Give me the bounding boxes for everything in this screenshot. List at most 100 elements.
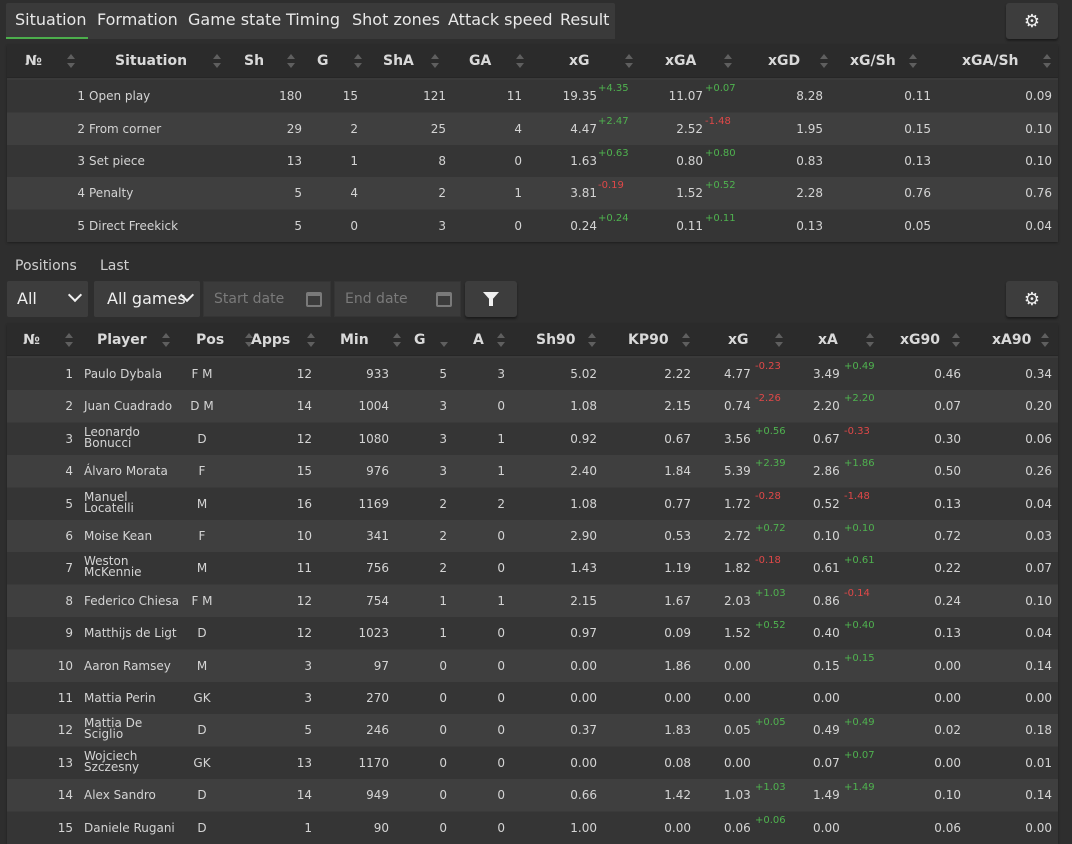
table-row: 5 Direct Freekick 5 0 3 0 0.24 0.11 0.13 0.05 0.04… <box>7 210 1058 242</box>
xga-value: 1.52 <box>676 186 703 200</box>
sort-icon[interactable] <box>820 54 828 68</box>
header-col-goals-against[interactable]: GA <box>469 53 491 69</box>
end-date-input[interactable]: End date <box>334 281 461 317</box>
sort-icon[interactable] <box>909 54 917 68</box>
sort-icon[interactable] <box>393 333 401 347</box>
header-col-situation[interactable]: Situation <box>115 53 187 69</box>
tab-game-state[interactable]: Game state <box>188 3 281 39</box>
start-date-input[interactable]: Start date <box>203 281 331 317</box>
assists-value: 0 <box>497 658 505 673</box>
header-col-xg[interactable]: xG <box>728 332 749 348</box>
player-name[interactable]: Mattia Perin <box>84 691 156 705</box>
tab-timing[interactable]: Timing <box>286 3 340 39</box>
tab-situation[interactable]: Situation <box>6 3 88 39</box>
tab-attack-speed[interactable]: Attack speed <box>448 3 553 39</box>
sort-icon[interactable] <box>588 333 596 347</box>
assists-value: 0 <box>497 399 505 414</box>
xg-diff: +0.63 <box>598 148 629 159</box>
header-col-shots[interactable]: Sh <box>244 53 264 69</box>
header-col-xg-per90[interactable]: xG90 <box>900 332 940 348</box>
header-col-assists[interactable]: A <box>473 332 484 348</box>
sort-icon[interactable] <box>952 333 960 347</box>
sort-icon[interactable] <box>1041 333 1049 347</box>
filter-button[interactable] <box>465 281 517 317</box>
settings-button[interactable]: ⚙ <box>1006 3 1058 39</box>
apps-value: 3 <box>304 658 312 673</box>
header-col-key-passes-per90[interactable]: KP90 <box>628 332 669 348</box>
player-name[interactable]: Federico Chiesa <box>84 594 179 608</box>
header-col-xa-per90[interactable]: xA90 <box>992 332 1031 348</box>
row-number: 5 <box>77 219 85 233</box>
player-name[interactable]: Mattia De Sciglio <box>84 717 146 740</box>
player-name[interactable]: Aaron Ramsey <box>84 659 171 673</box>
header-col-position[interactable]: Pos <box>196 332 224 348</box>
calendar-icon[interactable] <box>436 292 452 307</box>
sort-icon[interactable] <box>497 333 505 347</box>
calendar-icon[interactable] <box>306 292 322 307</box>
player-name[interactable]: Daniele Rugani <box>84 821 175 835</box>
key-passes-per90-value: 1.19 <box>664 561 691 576</box>
tab-result[interactable]: Result <box>560 3 609 39</box>
header-col-xa[interactable]: xA <box>818 332 838 348</box>
tab-formation[interactable]: Formation <box>97 3 178 39</box>
last-games-select[interactable]: All games <box>94 281 200 317</box>
player-name[interactable]: Moise Kean <box>84 529 154 543</box>
sort-icon[interactable] <box>775 333 783 347</box>
sort-icon[interactable] <box>65 333 73 347</box>
player-name[interactable]: Alex Sandro <box>84 788 156 802</box>
header-col-goals[interactable]: G <box>317 53 329 69</box>
header-col-minutes[interactable]: Min <box>340 332 369 348</box>
sort-icon[interactable] <box>625 54 633 68</box>
header-col-apps[interactable]: Apps <box>251 332 290 348</box>
sort-icon[interactable] <box>724 54 732 68</box>
player-name[interactable]: Matthijs de Ligt <box>84 626 177 640</box>
xg-per-shot-value: 0.15 <box>904 122 931 136</box>
header-col-xg[interactable]: xG <box>569 53 590 69</box>
sort-icon[interactable] <box>67 54 75 68</box>
sort-icon[interactable] <box>287 54 295 68</box>
header-col-xgd[interactable]: xGD <box>768 53 800 69</box>
player-name[interactable]: Manuel Locatelli <box>84 491 146 514</box>
tab-shot-zones[interactable]: Shot zones <box>352 3 440 39</box>
shots-per90-value: 0.00 <box>570 691 597 705</box>
header-col-shots-per90[interactable]: Sh90 <box>536 332 576 348</box>
xga-diff: +0.11 <box>705 213 736 224</box>
sort-icon[interactable] <box>1043 54 1051 68</box>
assists-value: 2 <box>497 496 505 511</box>
xa-value: 0.15 <box>813 658 840 673</box>
header-col-shots-against[interactable]: ShA <box>383 53 414 69</box>
player-name[interactable]: Paulo Dybala <box>84 367 162 381</box>
header-col-xga-per-shot[interactable]: xGA/Sh <box>962 53 1019 69</box>
sort-icon[interactable] <box>516 54 524 68</box>
header-col-xga[interactable]: xGA <box>665 53 696 69</box>
funnel-stem <box>489 299 493 306</box>
goals-value: 3 <box>439 399 447 414</box>
xg-value: 4.47 <box>570 122 597 136</box>
sort-icon[interactable] <box>682 333 690 347</box>
sort-icon[interactable] <box>431 54 439 68</box>
player-name[interactable]: Wojciech Szczesny <box>84 750 146 773</box>
minutes-value: 976 <box>366 464 389 479</box>
header-col-goals[interactable]: G <box>414 332 426 348</box>
positions-select[interactable]: All <box>7 281 88 317</box>
xg-per90-value: 0.72 <box>934 529 961 543</box>
player-name[interactable]: Juan Cuadrado <box>84 399 172 413</box>
header-col-xg-per-shot[interactable]: xG/Sh <box>850 53 896 69</box>
header-col-player[interactable]: Player <box>97 332 147 348</box>
sort-icon[interactable] <box>213 54 221 68</box>
header-col-number[interactable]: № <box>25 53 42 69</box>
sort-icon[interactable] <box>307 333 315 347</box>
xga-value: 2.52 <box>676 122 703 136</box>
player-settings-button[interactable]: ⚙ <box>1006 281 1058 317</box>
sort-icon[interactable] <box>440 333 448 347</box>
xg-diff: +1.03 <box>755 782 786 794</box>
player-name[interactable]: Leonardo Bonucci <box>84 426 146 449</box>
xa-diff: +0.15 <box>844 652 875 664</box>
player-name[interactable]: Weston McKennie <box>84 555 146 578</box>
goals-value: 2 <box>350 122 358 136</box>
sort-icon[interactable] <box>354 54 362 68</box>
player-name[interactable]: Álvaro Morata <box>84 464 168 478</box>
sort-icon[interactable] <box>162 333 170 347</box>
sort-icon[interactable] <box>866 333 874 347</box>
header-col-number[interactable]: № <box>23 332 40 348</box>
